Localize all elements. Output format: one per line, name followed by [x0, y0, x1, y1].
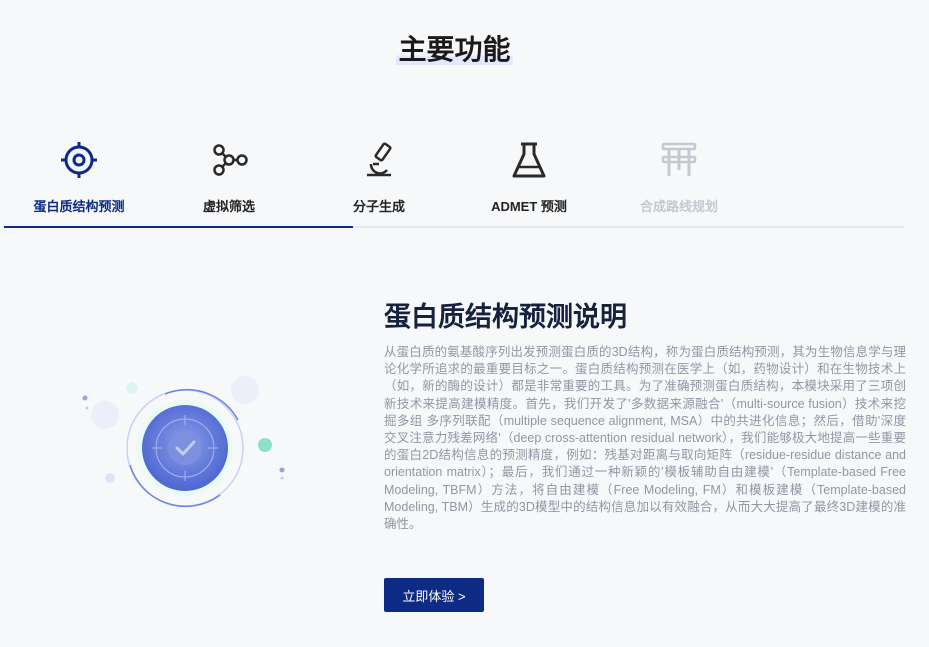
tab-label: 虚拟筛选 [202, 199, 255, 214]
feature-tabs: 蛋白质结构预测 虚拟筛选 分子生成 ADMET 预测 合成路线规划 [4, 130, 904, 228]
description-title: 蛋白质结构预测说明 [384, 302, 627, 332]
protein-prediction-illustration [82, 376, 285, 508]
tab-synthesis-route-planning[interactable]: 合成路线规划 [604, 130, 754, 226]
tab-virtual-screening[interactable]: 虚拟筛选 [154, 130, 304, 226]
tab-label: ADMET 预测 [491, 199, 567, 214]
tab-molecule-generation[interactable]: 分子生成 [304, 130, 454, 226]
flask-icon [512, 142, 546, 178]
tab-label: 合成路线规划 [639, 199, 718, 214]
section-title-text: 主要功能 [396, 34, 513, 65]
tab-protein-structure-prediction[interactable]: 蛋白质结构预测 [4, 130, 154, 226]
pipeline-icon [661, 142, 697, 176]
tab-label: 蛋白质结构预测 [33, 199, 125, 214]
section-title: 主要功能 [0, 28, 909, 68]
tab-label: 分子生成 [352, 199, 405, 214]
molecule-graph-icon [213, 144, 248, 176]
tab-admet-prediction[interactable]: ADMET 预测 [454, 130, 604, 226]
active-tab-indicator [4, 226, 353, 228]
try-now-button[interactable]: 立即体验 > [384, 578, 484, 612]
microscope-icon [367, 142, 392, 177]
description-body: 从蛋白质的氨基酸序列出发预测蛋白质的3D结构，称为蛋白质结构预测，其为生物信息学… [384, 345, 906, 532]
target-icon [61, 142, 97, 178]
